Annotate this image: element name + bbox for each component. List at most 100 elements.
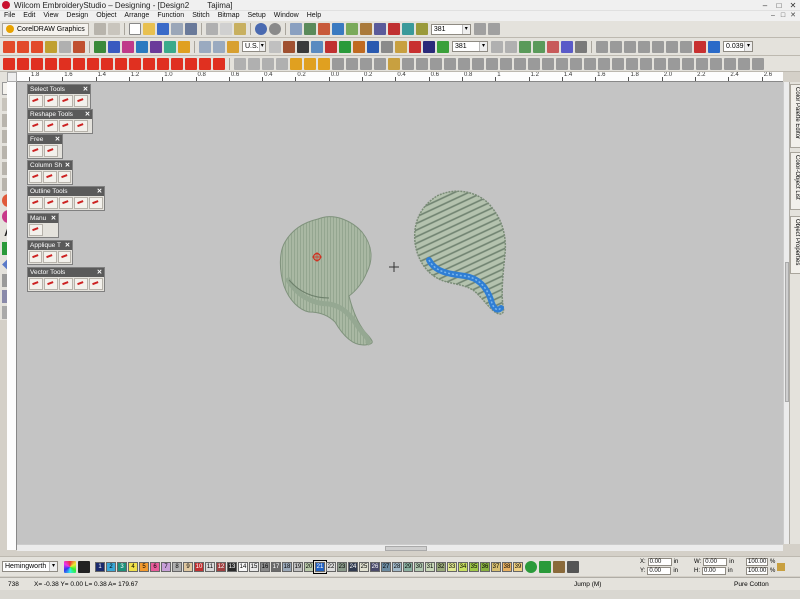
- complex-fill-icon[interactable]: [73, 57, 85, 70]
- thread-swatch[interactable]: 4: [128, 561, 138, 572]
- rotate-icon[interactable]: [514, 57, 526, 70]
- travel-forward-icon[interactable]: [487, 23, 500, 35]
- backstitch-outline-icon[interactable]: [59, 197, 73, 209]
- menu-view[interactable]: View: [39, 11, 62, 21]
- reshape-object-icon[interactable]: [29, 120, 43, 132]
- show-stitches-icon[interactable]: [317, 23, 330, 35]
- horizontal-ruler[interactable]: 1.8 1.6 1.4 1.2 1.0 0.8 0.6 0.4 0.2 0.0 0.2 0.4 0.6 0…: [17, 72, 783, 82]
- select-polygon-icon[interactable]: [44, 95, 58, 107]
- team-names-icon[interactable]: [164, 40, 176, 53]
- thread-swatch[interactable]: 5: [139, 561, 149, 572]
- zoom-fit-icon[interactable]: [519, 40, 531, 53]
- convert-icon-2[interactable]: [107, 23, 120, 35]
- maximize-button[interactable]: □: [772, 0, 786, 11]
- lock-object-icon[interactable]: [624, 40, 636, 53]
- hoop-icon[interactable]: [213, 40, 225, 53]
- show-bitmap-icon[interactable]: [359, 23, 372, 35]
- underlay-icon[interactable]: [262, 57, 274, 70]
- thread-swatch[interactable]: 38: [502, 561, 512, 572]
- radial-fill-icon[interactable]: [115, 57, 127, 70]
- travel-back-icon[interactable]: [473, 23, 486, 35]
- remove-overlap-icon[interactable]: [416, 57, 428, 70]
- thread-swatch[interactable]: 6: [150, 561, 160, 572]
- thread-swatch[interactable]: 39: [513, 561, 523, 572]
- wave-icon[interactable]: [318, 57, 330, 70]
- weld-icon[interactable]: [708, 40, 720, 53]
- coreldraw-graphics-button[interactable]: CorelDRAW Graphics: [2, 22, 89, 36]
- edit-color-icon[interactable]: [553, 560, 565, 573]
- tie-in-icon[interactable]: [339, 40, 351, 53]
- stitch-angles-icon[interactable]: [44, 120, 58, 132]
- undo-icon[interactable]: [254, 23, 267, 35]
- thread-swatch[interactable]: 27: [381, 561, 391, 572]
- backtrack-icon[interactable]: [360, 57, 372, 70]
- color-change-icon[interactable]: [353, 40, 365, 53]
- lock-icon[interactable]: [409, 40, 421, 53]
- thickness-field[interactable]: 0.039 ▾: [723, 41, 753, 52]
- stitch-count-field[interactable]: 381 ▾: [430, 23, 471, 35]
- menu-stitch[interactable]: Stitch: [188, 11, 214, 21]
- close-icon[interactable]: ✕: [53, 135, 62, 144]
- guides-icon[interactable]: [724, 57, 736, 70]
- remove-color-icon[interactable]: [539, 560, 551, 573]
- cross-stitch-icon[interactable]: [171, 57, 183, 70]
- thread-swatch[interactable]: 30: [414, 561, 424, 572]
- triple-run-icon[interactable]: [73, 40, 85, 53]
- thread-swatch[interactable]: 9: [183, 561, 193, 572]
- horizontal-scrollbar[interactable]: [17, 544, 783, 551]
- satin-icon[interactable]: [17, 40, 29, 53]
- vertical-ruler[interactable]: [7, 82, 17, 550]
- width-input[interactable]: 0.00: [703, 558, 728, 566]
- thread-swatch[interactable]: 21: [313, 559, 327, 574]
- freehand-run-icon[interactable]: [29, 145, 43, 157]
- close-icon[interactable]: ✕: [95, 268, 104, 277]
- thread-swatch[interactable]: 20: [304, 561, 314, 572]
- column-b-tool-icon[interactable]: [43, 171, 57, 183]
- save-icon[interactable]: [156, 23, 169, 35]
- free-tools-panel[interactable]: Free ✕: [27, 134, 63, 159]
- thread-swatch[interactable]: 37: [491, 561, 501, 572]
- column-b-icon[interactable]: [59, 57, 71, 70]
- vector-shape-icon[interactable]: [59, 278, 73, 290]
- reshape-nodes-icon[interactable]: [74, 120, 88, 132]
- unlock-object-icon[interactable]: [638, 40, 650, 53]
- branch-icon[interactable]: [694, 40, 706, 53]
- stitch-player-icon[interactable]: [283, 40, 295, 53]
- thread-swatch[interactable]: 17: [271, 561, 281, 572]
- kaleidoscope-icon[interactable]: [570, 57, 582, 70]
- hoop-tool-icon[interactable]: [696, 57, 708, 70]
- scale-y-input[interactable]: 100.00: [746, 567, 768, 575]
- horizontal-scroll-thumb[interactable]: [385, 546, 427, 551]
- zoom-in-icon[interactable]: [491, 40, 503, 53]
- grid-tool-icon[interactable]: [710, 57, 722, 70]
- thread-chart-select[interactable]: Hemingworth ▾: [2, 561, 58, 572]
- end-icon[interactable]: [752, 57, 764, 70]
- select-object-icon[interactable]: [29, 95, 43, 107]
- menu-edit[interactable]: Edit: [19, 11, 39, 21]
- ungroup-icon[interactable]: [610, 40, 622, 53]
- overview-icon[interactable]: [561, 40, 573, 53]
- open-folder-icon[interactable]: [142, 23, 155, 35]
- close-button[interactable]: ✕: [786, 0, 800, 11]
- pattern-icon[interactable]: [45, 40, 57, 53]
- offset-icon[interactable]: [486, 57, 498, 70]
- pen-tool-icon[interactable]: [423, 40, 435, 53]
- emblem-icon[interactable]: [668, 57, 680, 70]
- column-shape-panel[interactable]: Column Sh ✕: [27, 160, 73, 185]
- wreath-icon[interactable]: [556, 57, 568, 70]
- menu-help[interactable]: Help: [303, 11, 325, 21]
- menu-bitmap[interactable]: Bitmap: [214, 11, 244, 21]
- trim-icon[interactable]: [325, 40, 337, 53]
- cut-icon[interactable]: [205, 23, 218, 35]
- freehand-embossed-icon[interactable]: [44, 145, 58, 157]
- background-color-icon[interactable]: [78, 560, 90, 573]
- menu-file[interactable]: File: [0, 11, 19, 21]
- grid-icon[interactable]: [199, 40, 211, 53]
- thread-swatch[interactable]: 24: [348, 561, 358, 572]
- object-properties-icon[interactable]: [108, 40, 120, 53]
- menu-design[interactable]: Design: [62, 11, 92, 21]
- satin-outline-icon[interactable]: [89, 197, 103, 209]
- vector-tools-panel[interactable]: Vector Tools ✕: [27, 267, 105, 292]
- thread-swatch[interactable]: 35: [469, 561, 479, 572]
- reshape-icon[interactable]: [437, 40, 449, 53]
